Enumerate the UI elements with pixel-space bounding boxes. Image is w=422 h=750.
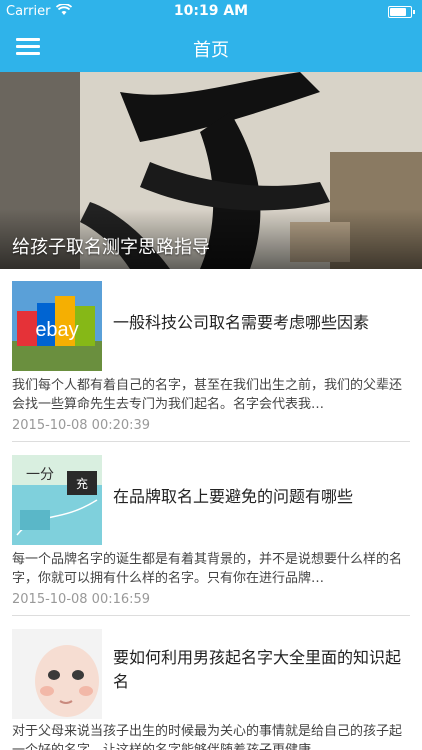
article-thumbnail: 充 一分 xyxy=(12,455,102,545)
article-thumbnail xyxy=(12,629,102,719)
hero-caption: 给孩子取名测字思路指导 xyxy=(12,237,210,258)
thumbnail-text: 一分 xyxy=(26,467,54,483)
battery-fill xyxy=(390,8,406,16)
article-date: 2015-10-08 00:20:39 xyxy=(12,418,151,433)
list-item[interactable]: 要如何利用男孩起名字大全里面的知识起名 对于父母来说当孩子出生的时候最为关心的事… xyxy=(0,617,422,750)
list-item[interactable]: ebay 一般科技公司取名需要考虑哪些因素 我们每个人都有着自己的名字，甚至在我… xyxy=(0,269,422,443)
list-item[interactable]: 充 一分 在品牌取名上要避免的问题有哪些 每一个品牌名字的诞生都是有着其背景的，… xyxy=(0,443,422,617)
article-title[interactable]: 要如何利用男孩起名字大全里面的知识起名 xyxy=(113,646,413,694)
battery-nub xyxy=(413,10,415,14)
divider xyxy=(12,441,410,442)
battery-icon xyxy=(388,6,415,18)
svg-text:充: 充 xyxy=(76,476,88,491)
article-thumbnail: ebay xyxy=(12,281,102,371)
nav-bar: 首页 xyxy=(0,24,422,72)
clock: 10:19 AM xyxy=(173,3,249,19)
app-header: Carrier 10:19 AM 首页 xyxy=(0,0,422,72)
divider xyxy=(12,615,410,616)
article-summary: 我们每个人都有着自己的名字，甚至在我们出生之前，我们的父辈还会找一些算命先生去专… xyxy=(12,378,403,412)
page-title: 首页 xyxy=(193,40,229,61)
article-title[interactable]: 一般科技公司取名需要考虑哪些因素 xyxy=(113,311,413,335)
status-bar: Carrier 10:19 AM xyxy=(0,0,422,24)
article-date: 2015-10-08 00:16:59 xyxy=(12,592,151,607)
article-title[interactable]: 在品牌取名上要避免的问题有哪些 xyxy=(113,485,413,509)
article-summary: 对于父母来说当孩子出生的时候最为关心的事情就是给自己的孩子起一个好的名字，让这样… xyxy=(12,724,403,750)
article-summary: 每一个品牌名字的诞生都是有着其背景的，并不是说想要什么样的名字，你就可以拥有什么… xyxy=(12,552,403,586)
thumbnail-text: ebay xyxy=(35,319,78,341)
hero-banner[interactable]: 给孩子取名测字思路指导 xyxy=(0,72,422,269)
